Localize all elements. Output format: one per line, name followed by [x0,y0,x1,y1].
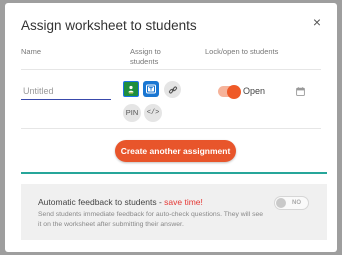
toggle-knob [276,198,286,208]
create-another-assignment-button[interactable]: Create another assignment [115,140,236,162]
embed-code-button[interactable]: </> [144,104,162,122]
auto-feedback-title-text: Automatic feedback to students - [38,197,165,207]
auto-feedback-title: Automatic feedback to students - save ti… [38,197,203,207]
modal-title: Assign worksheet to students [21,18,197,33]
header-divider [21,69,321,70]
open-status-label: Open [243,86,266,96]
assignment-name-input[interactable] [21,83,111,100]
calendar-icon[interactable] [296,87,305,96]
auto-feedback-panel: Automatic feedback to students - save ti… [21,184,327,240]
toggle-no-label: NO [292,200,301,206]
link-icon [168,86,177,93]
close-icon[interactable]: × [309,14,325,30]
assign-worksheet-modal: Assign worksheet to students × Name Assi… [5,3,337,252]
section-divider [21,172,327,174]
toggle-knob [227,84,241,99]
google-classroom-icon [128,85,134,94]
save-time-highlight: save time! [164,197,203,207]
microsoft-teams-button[interactable] [143,81,159,97]
pin-button[interactable]: PIN [123,104,141,122]
auto-feedback-description: Send students immediate feedback for aut… [38,211,264,228]
microsoft-teams-icon [146,84,156,94]
column-header-lock: Lock/open to students [205,47,279,56]
open-toggle[interactable] [218,84,241,99]
copy-link-button[interactable] [164,81,181,98]
row-divider [21,128,321,129]
column-header-assign: Assign to students [130,47,161,66]
google-classroom-button[interactable] [123,81,139,97]
auto-feedback-toggle[interactable]: NO [274,196,309,210]
column-header-name: Name [21,47,42,56]
